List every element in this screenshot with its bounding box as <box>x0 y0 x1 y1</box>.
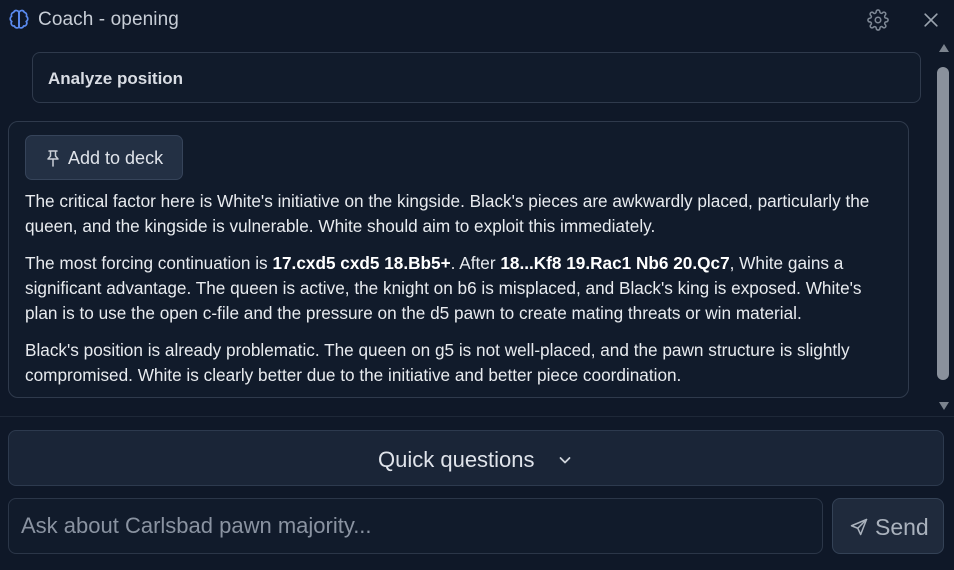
close-icon[interactable] <box>921 10 941 30</box>
analyze-position-label: Analyze position <box>48 69 184 88</box>
scrollbar-thumb[interactable] <box>937 67 949 380</box>
analyze-position-message: Analyze position <box>32 52 921 103</box>
panel-title: Coach - opening <box>38 9 179 30</box>
scrollbar[interactable] <box>934 40 954 416</box>
answer-paragraph-3: Black's position is already problematic.… <box>25 340 850 385</box>
answer-paragraph-2: The most forcing continuation is 17.cxd5… <box>25 251 897 326</box>
send-button[interactable]: Send <box>832 498 944 554</box>
quick-questions-button[interactable]: Quick questions <box>8 430 944 486</box>
move-sequence-2: 18...Kf8 19.Rac1 Nb6 20.Qc7 <box>500 253 730 273</box>
scroll-up-arrow-icon[interactable] <box>938 43 950 53</box>
answer-p2-text-c: . After <box>450 253 501 273</box>
answer-p2-text-a: The most forcing continuation is <box>25 253 273 273</box>
conversation-scroll-area[interactable]: Analyze position Add to deck The critica… <box>0 40 934 416</box>
answer-paragraph-1: The critical factor here is White's init… <box>25 191 870 236</box>
coach-panel: Coach - opening Analyze position Add to … <box>0 0 954 570</box>
quick-questions-label: Quick questions <box>378 447 535 472</box>
chevron-down-icon <box>559 457 571 464</box>
add-to-deck-button[interactable]: Add to deck <box>25 135 183 180</box>
ask-input[interactable] <box>8 498 823 554</box>
panel-header: Coach - opening <box>0 0 954 40</box>
divider <box>0 416 954 417</box>
coach-answer-card: Add to deck The critical factor here is … <box>8 121 909 398</box>
send-label: Send <box>875 514 929 540</box>
gear-icon[interactable] <box>867 9 889 31</box>
send-icon <box>850 518 868 536</box>
scroll-down-arrow-icon[interactable] <box>938 401 950 411</box>
answer-text: The critical factor here is White's init… <box>25 189 897 400</box>
brain-icon <box>9 9 29 29</box>
pin-icon <box>47 150 59 167</box>
move-sequence-1: 17.cxd5 cxd5 18.Bb5+ <box>272 253 451 273</box>
add-to-deck-label: Add to deck <box>68 148 164 168</box>
